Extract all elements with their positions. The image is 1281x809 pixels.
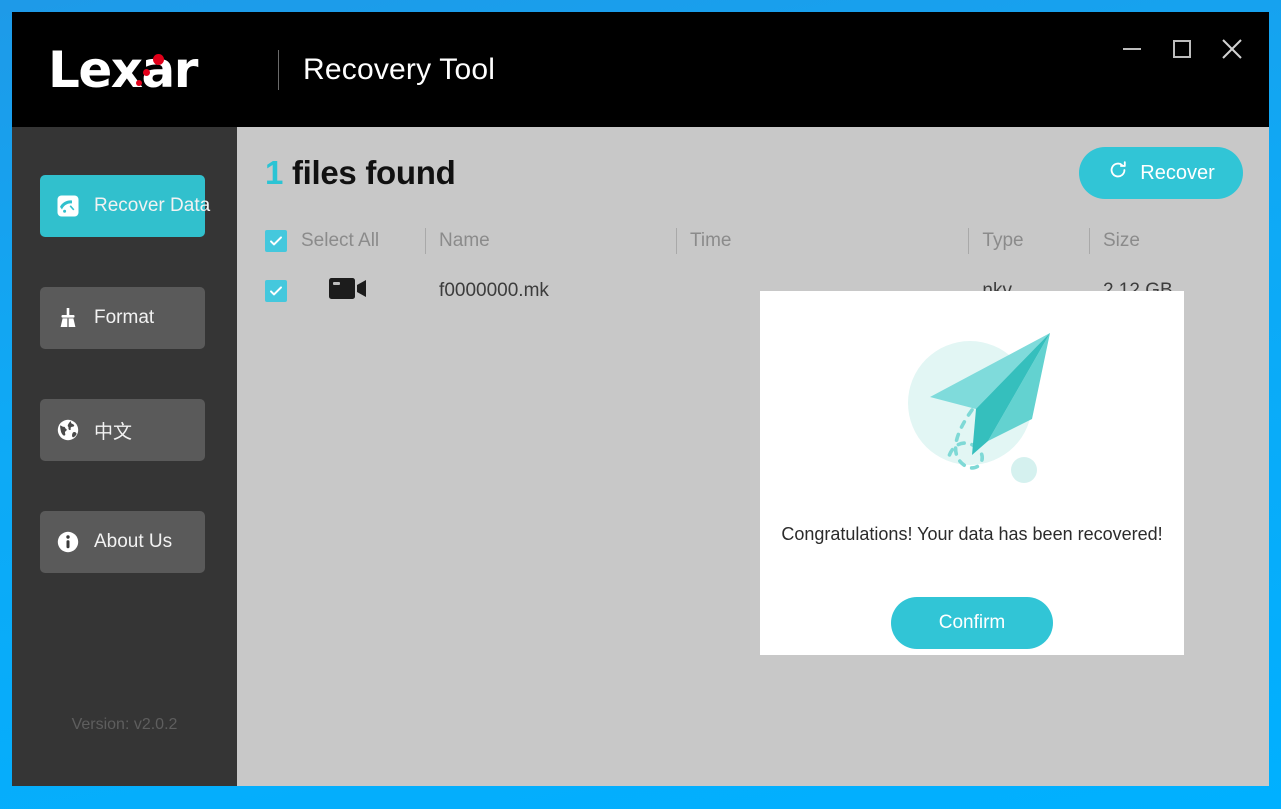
success-dialog: Congratulations! Your data has been reco… [760, 291, 1184, 655]
table-header-row: Select All Name Time Type Size [259, 219, 1247, 263]
column-divider [425, 228, 427, 254]
column-divider [968, 228, 970, 254]
recover-button[interactable]: Recover [1079, 147, 1243, 199]
sidebar-item-format[interactable]: Format [40, 287, 205, 349]
window-body: Recover Data Format 中文 About Us Version:… [12, 127, 1269, 786]
column-header-size[interactable]: Size [1088, 219, 1247, 263]
column-divider [675, 228, 677, 254]
info-icon [56, 530, 80, 554]
row-checkbox[interactable] [265, 280, 287, 302]
lexar-wordmark: Lexar [48, 40, 198, 99]
sidebar-item-label: Format [94, 307, 155, 328]
close-button[interactable] [1217, 34, 1247, 64]
file-name: f0000000.mk [439, 280, 549, 301]
select-all-label: Select All [301, 230, 380, 251]
select-all-checkbox[interactable] [265, 230, 287, 252]
version-label: Version: v2.0.2 [71, 716, 178, 733]
main-content: 1 files found Recover Select All Name Ti… [237, 127, 1269, 786]
maximize-button[interactable] [1167, 34, 1197, 64]
column-header-size-label: Size [1102, 230, 1140, 251]
column-divider [1088, 228, 1090, 254]
lexar-logo: Lexar [48, 42, 240, 98]
minimize-button[interactable] [1117, 34, 1147, 64]
dialog-message: Congratulations! Your data has been reco… [781, 524, 1163, 544]
column-header-time[interactable]: Time [675, 219, 968, 263]
disk-search-icon [56, 194, 80, 218]
logo-dot-icon [153, 53, 164, 65]
files-count: 1 [265, 154, 284, 191]
app-title: Recovery Tool [303, 52, 496, 86]
main-header: 1 files found Recover [259, 127, 1247, 219]
globe-icon [56, 418, 80, 442]
column-header-name-label: Name [439, 230, 490, 251]
sidebar-item-label: Recover Data [94, 195, 211, 216]
broom-icon [56, 306, 80, 330]
recover-button-label: Recover [1140, 161, 1215, 184]
files-found-label: files found [291, 154, 456, 191]
title-divider [278, 49, 279, 90]
paper-plane-icon [872, 315, 1072, 510]
title-bar: Lexar Recovery Tool [12, 12, 1269, 127]
column-header-type-label: Type [982, 230, 1024, 251]
sidebar-item-language[interactable]: 中文 [40, 399, 205, 461]
column-header-name[interactable]: Name [425, 219, 676, 263]
sidebar-item-label: 中文 [94, 421, 133, 443]
confirm-button[interactable]: Confirm [891, 597, 1053, 649]
logo-dot-icon [136, 79, 142, 86]
sidebar-item-about-us[interactable]: About Us [40, 511, 205, 573]
column-header-type[interactable]: Type [968, 219, 1089, 263]
application-window: Lexar Recovery Tool Recover Data Format … [12, 12, 1269, 786]
video-file-icon [329, 274, 367, 308]
column-header-time-label: Time [689, 230, 732, 251]
row-select-cell [259, 269, 425, 313]
sidebar-item-label: About Us [94, 531, 173, 552]
brand-block: Lexar Recovery Tool [48, 42, 495, 98]
refresh-icon [1107, 159, 1129, 187]
files-found-heading: 1 files found [265, 154, 456, 192]
sidebar: Recover Data Format 中文 About Us Version:… [12, 127, 237, 786]
sidebar-item-recover-data[interactable]: Recover Data [40, 175, 210, 237]
logo-dot-icon [143, 68, 150, 76]
select-all-cell: Select All [259, 219, 425, 263]
row-name-cell: f0000000.mk [425, 269, 676, 313]
window-controls [1117, 34, 1247, 64]
